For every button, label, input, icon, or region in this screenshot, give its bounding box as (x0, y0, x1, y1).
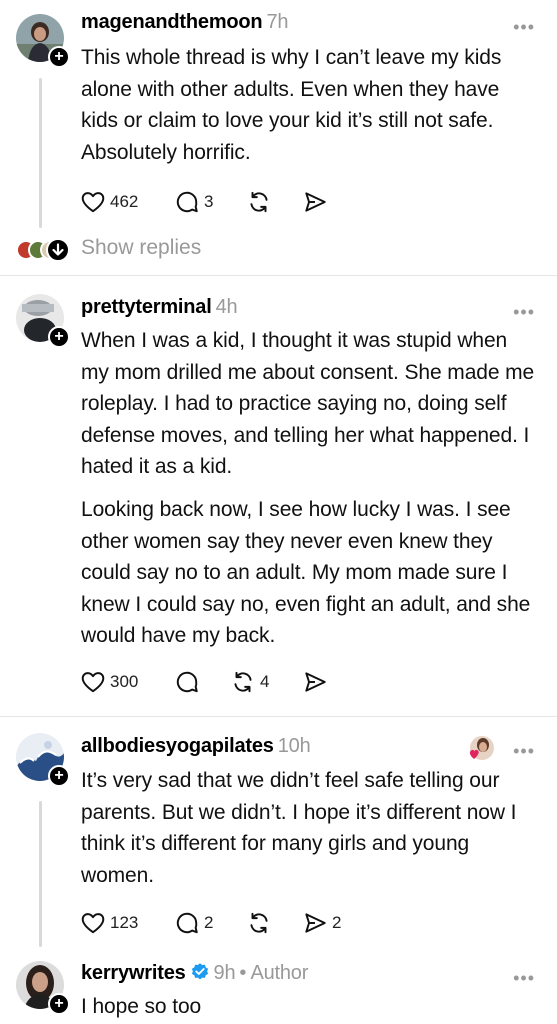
reply-button[interactable] (174, 668, 200, 696)
more-icon[interactable]: ••• (513, 969, 535, 987)
post-time: 9h (213, 962, 236, 984)
heart-icon (81, 913, 105, 934)
share-button[interactable]: 2 (302, 909, 341, 937)
share-button[interactable] (302, 668, 328, 696)
reply-button[interactable]: 3 (174, 188, 213, 216)
follow-button[interactable]: + (48, 765, 70, 787)
repost-count: 4 (260, 672, 270, 691)
like-count: 123 (110, 913, 139, 932)
share-icon (305, 672, 326, 692)
more-icon[interactable]: ••• (513, 18, 535, 36)
thread-line (39, 801, 42, 947)
like-button[interactable]: 300 (80, 668, 138, 696)
like-count: 462 (110, 192, 139, 211)
post-prettyterminal: + prettyterminal 4h ••• When I was a kid,… (0, 276, 557, 716)
reply-count: 2 (204, 913, 214, 932)
follow-button[interactable]: + (48, 326, 70, 348)
post-time: 4h (215, 296, 238, 318)
repost-button[interactable] (246, 188, 272, 216)
reply-count: 3 (204, 192, 214, 211)
post-magenandthemoon: + magenandthemoon 7h ••• This whole threa… (0, 0, 557, 275)
post-text: I hope so too (81, 995, 202, 1018)
heart-icon (81, 672, 105, 693)
more-icon[interactable]: ••• (513, 303, 535, 321)
like-count: 300 (110, 672, 139, 691)
comment-icon (176, 912, 198, 934)
author-tag: • Author (239, 962, 309, 984)
username[interactable]: kerrywrites 9h • Author (81, 962, 308, 985)
post-text: When I was a kid, I thought it was stupi… (81, 329, 535, 478)
post-kerrywrites: + kerrywrites 9h • Author ••• I hope so to… (0, 955, 557, 1024)
repost-icon (250, 191, 268, 213)
username[interactable]: magenandthemoon 7h (81, 11, 289, 34)
username[interactable]: prettyterminal 4h (81, 296, 238, 319)
thread-line (39, 78, 42, 228)
share-icon (305, 192, 326, 212)
follow-button[interactable]: + (48, 46, 70, 68)
heart-icon (81, 192, 105, 213)
verified-icon (191, 963, 208, 980)
post-time: 10h (277, 735, 311, 757)
like-button[interactable]: 462 (80, 188, 138, 216)
liked-by-author-avatar (468, 735, 494, 761)
like-button[interactable]: 123 (80, 909, 138, 937)
repost-icon (250, 912, 268, 934)
more-icon[interactable]: ••• (513, 742, 535, 760)
reply-button[interactable]: 2 (174, 909, 213, 937)
repost-button[interactable] (246, 909, 272, 937)
post-time: 7h (266, 11, 289, 33)
post-text: This whole thread is why I can’t leave m… (81, 46, 502, 164)
follow-button[interactable]: + (48, 993, 70, 1015)
repost-icon (234, 671, 252, 693)
post-allbodiesyogapilates: + allbodiesyogapilates 10h ••• It’s very … (0, 717, 557, 955)
share-button[interactable] (302, 188, 328, 216)
comment-icon (176, 191, 198, 213)
post-text: Looking back now, I see how lucky I was.… (81, 498, 531, 647)
username[interactable]: allbodiesyogapilates 10h (81, 735, 311, 758)
share-count: 2 (332, 913, 342, 932)
share-icon (305, 913, 326, 933)
show-replies-link[interactable]: Show replies (81, 236, 201, 260)
repost-button[interactable]: 4 (230, 668, 269, 696)
post-text: It’s very sad that we didn’t feel safe t… (81, 769, 517, 887)
comment-icon (176, 671, 198, 693)
reply-avatars[interactable] (16, 237, 70, 263)
